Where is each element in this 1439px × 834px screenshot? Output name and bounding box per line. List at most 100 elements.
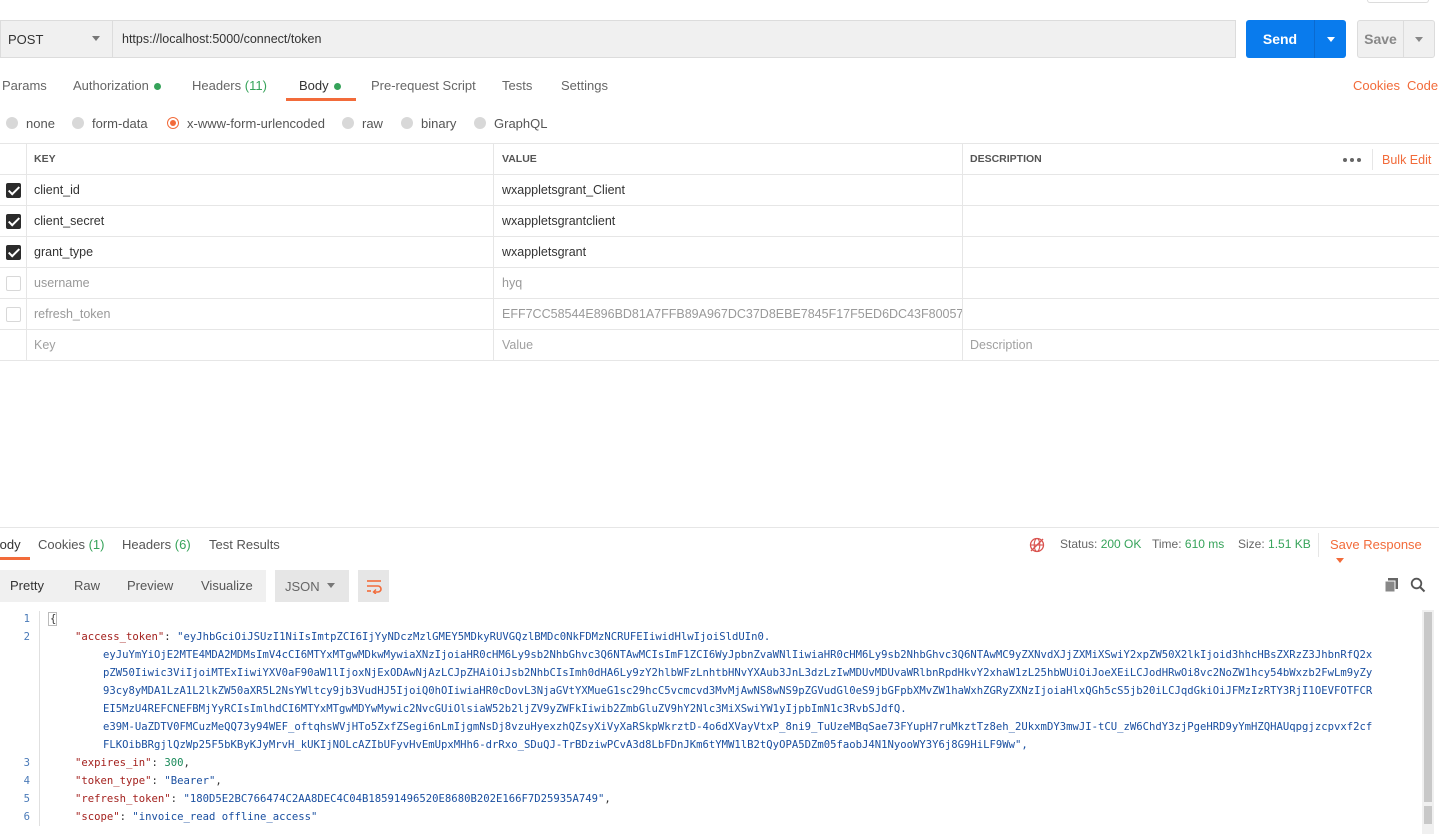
row-check-cell — [0, 175, 27, 205]
row-value[interactable]: wxappletsgrant — [494, 237, 963, 267]
radio-none-label: none — [26, 115, 55, 131]
radio-urlencoded[interactable]: x-www-form-urlencoded — [167, 115, 325, 131]
code-continuation: pZW50Iiwic3ViIjoiMTExIiwiYXV0aF90aW1lIjo… — [103, 667, 1373, 679]
code-link[interactable]: Code — [1407, 78, 1438, 93]
json-key: "scope" — [75, 811, 120, 823]
resp-tab-test-results[interactable]: Test Results — [209, 537, 280, 552]
code-line: "scope": "invoice_read offline_access" — [75, 811, 318, 823]
tab-settings[interactable]: Settings — [561, 78, 608, 100]
send-dropdown[interactable] — [1315, 36, 1346, 42]
header-description: DESCRIPTION — [970, 153, 1042, 165]
cookies-link[interactable]: Cookies — [1353, 78, 1400, 93]
resp-tab-cookies-count: (1) — [88, 537, 105, 552]
bulk-edit-link[interactable]: Bulk Edit — [1382, 144, 1431, 175]
resp-tab-headers[interactable]: Headers (6) — [122, 537, 191, 552]
copy-icon[interactable] — [1384, 577, 1400, 593]
resp-active-tab-underline — [0, 557, 30, 560]
chevron-down-icon — [327, 583, 335, 588]
tab-tests[interactable]: Tests — [502, 78, 532, 100]
new-value-input[interactable]: Value — [494, 330, 963, 360]
tab-headers-label: Headers — [192, 78, 242, 93]
row-key[interactable]: client_id — [27, 175, 494, 205]
line-number: 2 — [23, 631, 30, 643]
save-label: Save — [1364, 31, 1397, 47]
row-key[interactable]: client_secret — [27, 206, 494, 236]
radio-graphql[interactable]: GraphQL — [474, 115, 547, 131]
view-visualize[interactable]: Visualize — [201, 578, 253, 593]
table-row: username hyq — [0, 268, 1439, 299]
search-icon[interactable] — [1410, 577, 1426, 593]
url-text: https://localhost:5000/connect/token — [122, 32, 322, 46]
status-label: Status: — [1060, 537, 1098, 551]
format-select[interactable]: JSON — [275, 570, 349, 602]
row-description[interactable] — [963, 175, 1439, 205]
url-input[interactable]: https://localhost:5000/connect/token — [112, 20, 1236, 58]
new-key-input[interactable]: Key — [27, 330, 494, 360]
window-tab-stub — [1367, 0, 1429, 3]
tab-prerequest[interactable]: Pre-request Script — [371, 78, 476, 100]
row-check-cell — [0, 268, 27, 298]
method-select[interactable]: POST — [0, 20, 112, 58]
checkbox-unchecked[interactable] — [5, 306, 21, 322]
code-continuation: eyJuYmYiOjE2MTE4MDA2MDMsImV4cCI6MTYxMTgw… — [103, 649, 1373, 661]
new-description-input[interactable]: Description — [963, 330, 1439, 360]
row-value[interactable]: wxappletsgrantclient — [494, 206, 963, 236]
tab-headers[interactable]: Headers (11) — [192, 78, 267, 100]
tab-body[interactable]: Body — [299, 78, 341, 100]
checkbox-checked[interactable] — [5, 244, 21, 260]
radio-form-data[interactable]: form-data — [72, 115, 148, 131]
row-key[interactable]: grant_type — [27, 237, 494, 267]
table-row: grant_type wxappletsgrant — [0, 237, 1439, 268]
row-value[interactable]: hyq — [494, 268, 963, 298]
method-label: POST — [8, 31, 44, 47]
row-value[interactable]: wxappletsgrant_Client — [494, 175, 963, 205]
wrap-lines-button[interactable] — [358, 570, 389, 602]
globe-warning-icon[interactable] — [1029, 537, 1045, 553]
scrollbar-thumb-lower[interactable] — [1424, 806, 1432, 824]
wrap-icon — [366, 580, 382, 594]
save-response-label: Save Response — [1330, 537, 1422, 552]
save-response-divider — [1318, 533, 1319, 557]
send-button[interactable]: Send — [1246, 20, 1346, 58]
response-code-viewer[interactable]: 1 2 3 4 5 6 { "access_token": "eyJhbGciO… — [0, 610, 1439, 834]
view-preview[interactable]: Preview — [127, 578, 173, 593]
row-description[interactable] — [963, 206, 1439, 236]
code-continuation: e39M-UaZDTV0FMCuzMeQQ73y94WEF_oftqhsWVjH… — [103, 721, 1373, 733]
row-description[interactable] — [963, 237, 1439, 267]
checkbox-checked[interactable] — [5, 182, 21, 198]
row-check-cell — [0, 237, 27, 267]
status-readout: Status: 200 OK — [1060, 537, 1141, 551]
code-line: "token_type": "Bearer", — [75, 775, 222, 787]
size-value: 1.51 KB — [1268, 537, 1311, 551]
tab-params[interactable]: Params — [2, 78, 47, 100]
row-description[interactable] — [963, 268, 1439, 298]
code-line: "refresh_token": "180D5E2BC766474C2AA8DE… — [75, 793, 611, 805]
radio-binary[interactable]: binary — [401, 115, 456, 131]
scrollbar-thumb[interactable] — [1424, 612, 1432, 802]
save-response-button[interactable]: Save Response — [1330, 537, 1439, 567]
resp-tab-cookies[interactable]: Cookies (1) — [38, 537, 104, 552]
tab-settings-label: Settings — [561, 78, 608, 93]
radio-raw-label: raw — [362, 115, 383, 131]
radio-icon — [6, 117, 18, 129]
save-button[interactable]: Save — [1357, 20, 1435, 58]
checkbox-unchecked[interactable] — [5, 275, 21, 291]
checkbox-checked[interactable] — [5, 213, 21, 229]
radio-none[interactable]: none — [6, 115, 55, 131]
chevron-down-icon — [1336, 558, 1344, 564]
resp-tab-body[interactable]: Body — [0, 537, 21, 552]
tab-authorization[interactable]: Authorization — [73, 78, 161, 100]
radio-raw[interactable]: raw — [342, 115, 383, 131]
tab-tests-label: Tests — [502, 78, 533, 93]
view-pretty[interactable]: Pretty — [10, 578, 44, 593]
size-readout: Size: 1.51 KB — [1238, 537, 1311, 551]
row-description[interactable] — [963, 299, 1439, 329]
json-string: "invoice_read offline_access" — [132, 811, 318, 823]
row-key[interactable]: username — [27, 268, 494, 298]
more-options-icon[interactable] — [1343, 158, 1361, 162]
row-key[interactable]: refresh_token — [27, 299, 494, 329]
view-raw[interactable]: Raw — [74, 578, 100, 593]
json-string: "180D5E2BC766474C2AA8DEC4C04B18591496520… — [183, 793, 605, 805]
save-dropdown[interactable] — [1404, 36, 1434, 42]
row-value[interactable]: EFF7CC58544E896BD81A7FFB89A967DC37D8EBE7… — [494, 299, 963, 329]
